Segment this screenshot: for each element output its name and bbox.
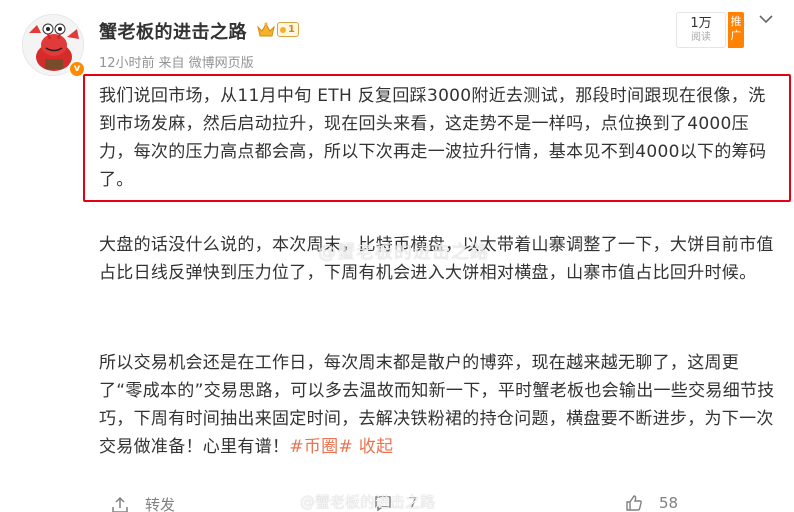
avatar[interactable]: v	[22, 14, 86, 78]
username-link[interactable]: 蟹老板的进击之路	[99, 18, 247, 44]
vip-level-badge[interactable]: 1	[277, 22, 299, 37]
source-prefix: 来自	[158, 56, 185, 71]
crown-icon[interactable]	[256, 21, 276, 39]
post-paragraph-3-text: 所以交易机会还是在工作日，每次周末都是散户的博弈，现在越来越无聊了，这周更了“零…	[99, 353, 775, 457]
vip-level-dot	[280, 26, 286, 33]
post-paragraph-3: 所以交易机会还是在工作日，每次周末都是散户的博弈，现在越来越无聊了，这周更了“零…	[99, 349, 779, 461]
comment-icon	[375, 496, 391, 512]
post-time[interactable]: 12小时前	[99, 56, 155, 71]
promote-button[interactable]: 推广	[728, 12, 744, 48]
comment-count: 7	[408, 494, 418, 512]
post-paragraph-1: 我们说回市场，从11月中旬 ETH 反复回踩3000附近去测试，那段时间跟现在很…	[99, 86, 767, 190]
read-label: 阅读	[691, 32, 711, 43]
comment-button[interactable]: 7	[374, 494, 418, 512]
action-bar: 转发 7 58	[0, 490, 794, 512]
read-count: 1万	[690, 16, 712, 31]
like-button[interactable]: 58	[625, 494, 678, 512]
topic-tag-link[interactable]: #币圈#	[289, 437, 353, 457]
vip-level-number: 1	[288, 24, 295, 35]
thumbs-up-icon	[626, 495, 642, 511]
repost-icon	[112, 496, 128, 512]
read-count-box: 1万 阅读	[676, 12, 726, 48]
like-count: 58	[659, 494, 679, 512]
post-paragraph-2: 大盘的话没什么说的，本次周末，比特币横盘，以太带着山寨调整了一下，大饼目前市值占…	[99, 235, 774, 283]
collapse-link[interactable]: 收起	[359, 437, 394, 457]
chevron-down-icon[interactable]	[756, 12, 776, 28]
repost-label: 转发	[145, 496, 176, 512]
repost-button[interactable]: 转发	[111, 494, 175, 512]
post-meta: 12小时前 来自 微博网页版	[99, 52, 258, 71]
post-source[interactable]: 微博网页版	[189, 56, 254, 71]
